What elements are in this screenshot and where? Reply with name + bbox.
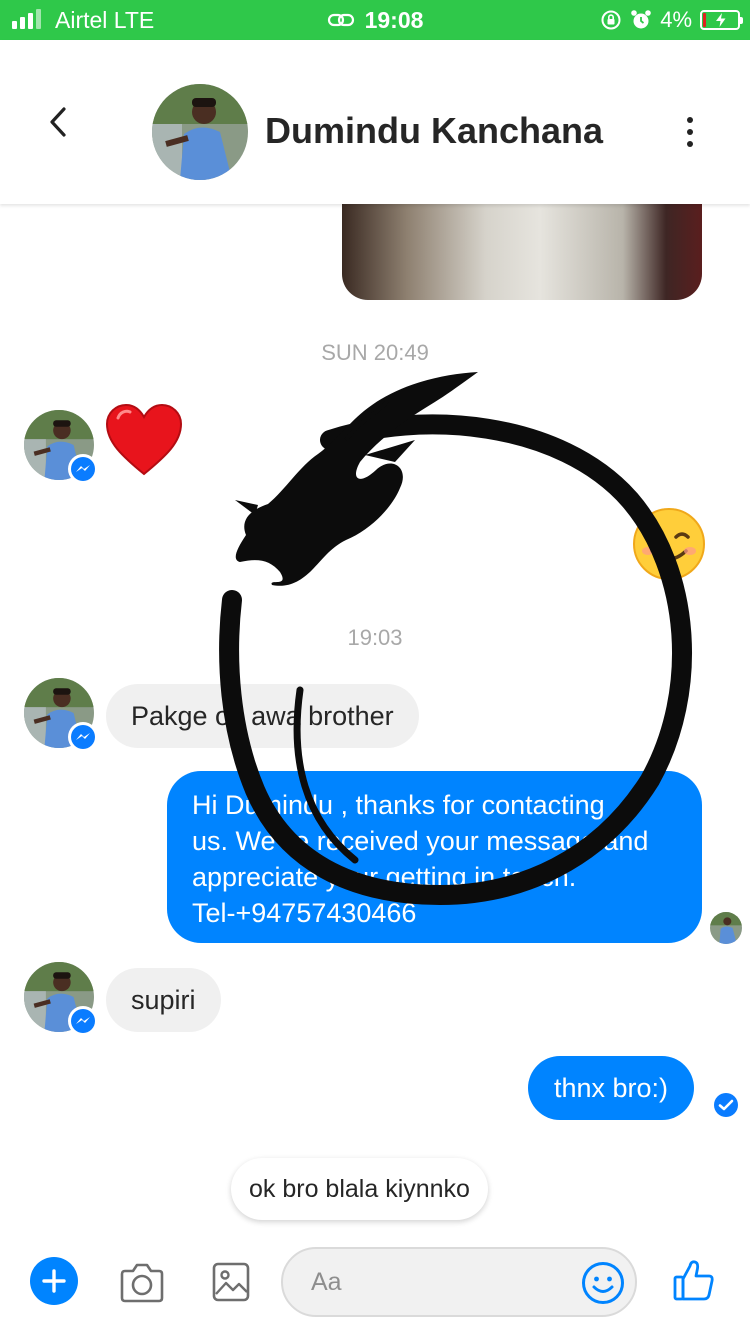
composer-bar bbox=[0, 1234, 750, 1334]
more-options-button[interactable] bbox=[670, 110, 710, 154]
messenger-icon bbox=[68, 1006, 98, 1036]
alarm-icon bbox=[631, 10, 652, 29]
contact-avatar[interactable] bbox=[152, 84, 248, 180]
like-icon[interactable] bbox=[672, 1258, 716, 1302]
status-bar: Airtel LTE 19:08 4% bbox=[0, 0, 750, 40]
messenger-icon bbox=[68, 722, 98, 752]
back-icon bbox=[50, 107, 66, 137]
status-right: 4% bbox=[600, 0, 743, 40]
emoji-icon[interactable] bbox=[581, 1261, 625, 1305]
gallery-icon[interactable] bbox=[212, 1261, 250, 1303]
battery-fill bbox=[703, 13, 706, 27]
more-actions-button[interactable] bbox=[30, 1257, 78, 1305]
camera-icon[interactable] bbox=[118, 1262, 166, 1304]
incoming-message[interactable]: supiri bbox=[106, 968, 221, 1032]
message-line: Tel-+94757430466 bbox=[192, 898, 417, 928]
heart-emoji[interactable] bbox=[104, 402, 184, 478]
clock-time: 19:08 bbox=[364, 6, 424, 33]
rotation-lock-icon bbox=[601, 10, 621, 30]
message-line: Hi Dumindu , thanks for contacting bbox=[192, 790, 605, 820]
timestamp: SUN 20:49 bbox=[321, 340, 429, 365]
outgoing-message[interactable]: Hi Dumindu , thanks for contacting us. W… bbox=[167, 771, 702, 943]
sender-avatar[interactable] bbox=[24, 678, 98, 752]
smiley-emoji[interactable] bbox=[632, 507, 706, 581]
typing-preview[interactable]: ok bro blala kiynnko bbox=[231, 1158, 488, 1220]
message-line: us. We've received your message and bbox=[192, 826, 649, 856]
battery-icon bbox=[700, 10, 743, 30]
link-icon bbox=[327, 13, 354, 27]
back-button[interactable] bbox=[36, 100, 80, 144]
sender-avatar[interactable] bbox=[24, 962, 98, 1036]
sender-avatar[interactable] bbox=[24, 410, 98, 484]
message-line: appreciate your getting in touch. bbox=[192, 862, 577, 892]
messenger-icon bbox=[68, 454, 98, 484]
photo-message[interactable] bbox=[342, 190, 702, 300]
messenger-chat-screen: Airtel LTE 19:08 4% Dumindu Kanchana SUN… bbox=[0, 0, 750, 1334]
timestamp: 19:03 bbox=[347, 625, 403, 650]
more-icon bbox=[687, 117, 693, 123]
seen-avatar bbox=[710, 912, 742, 944]
chat-header: Dumindu Kanchana bbox=[0, 40, 750, 204]
outgoing-message[interactable]: thnx bro:) bbox=[528, 1056, 695, 1120]
battery-percent: 4% bbox=[660, 7, 692, 32]
incoming-message[interactable]: Pakge ok awa brother bbox=[106, 684, 419, 748]
delivered-check-icon bbox=[714, 1093, 738, 1117]
contact-name[interactable]: Dumindu Kanchana bbox=[265, 110, 603, 152]
plus-icon bbox=[42, 1269, 66, 1293]
